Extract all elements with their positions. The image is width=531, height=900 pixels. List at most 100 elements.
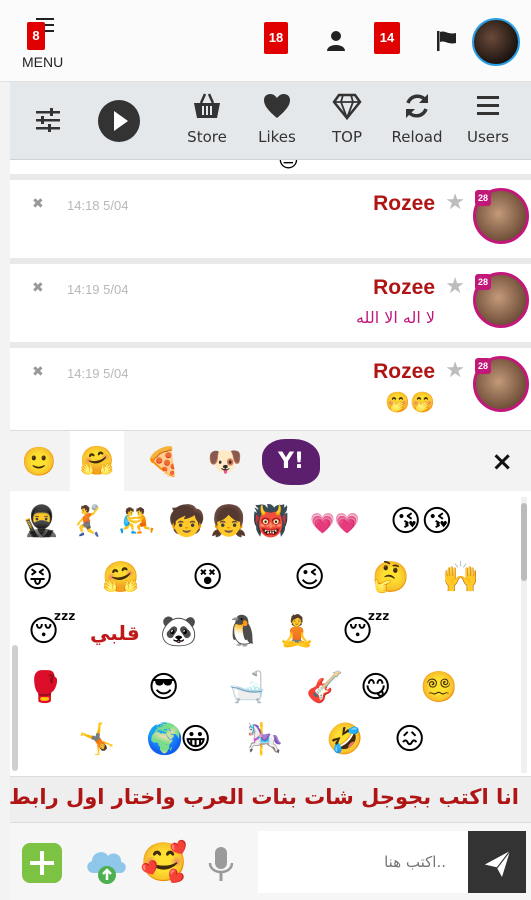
emoji-item[interactable]: 🤗 [102,563,139,593]
star-icon[interactable]: ★ [445,190,465,215]
emoji-item[interactable]: 👧 [210,507,247,537]
emoji-item[interactable]: 🌍 [146,725,183,755]
emoji-item[interactable]: 😵 [192,563,223,593]
likes-button[interactable]: Likes [247,92,307,146]
top-button[interactable]: TOP [317,92,377,146]
menu-badge: 8 [27,22,45,50]
emoji-item[interactable]: 🛁 [228,673,265,703]
banner-text: انا اكتب بجوجل شات بنات العرب واختار اول… [10,785,519,809]
emoji-tabs: 🙂 🤗 🍕 🐶 Y! × [10,431,531,491]
emoji-left-scrollbar[interactable] [12,645,18,771]
message-emoji: 🤭🤭 [385,390,435,414]
current-user-avatar[interactable] [472,18,520,66]
tab-yahoo[interactable]: Y! [262,439,320,485]
emoji-item[interactable]: 😘😘 [390,507,453,537]
emoji-item[interactable]: 👹 [252,507,289,537]
sliders-icon[interactable] [34,106,62,134]
emoji-item[interactable]: 🐼 [160,617,197,647]
message-time: 14:19 5/04 [67,282,129,297]
emoji-item[interactable]: 🤾 [68,507,105,537]
emoji-item[interactable]: 🤣 [326,725,363,755]
likes-label: Likes [258,128,296,146]
emoji-scrollbar-thumb[interactable] [521,503,527,581]
emoji-item[interactable]: 😵‍💫 [420,673,457,703]
message-time: 14:18 5/04 [67,198,129,213]
message-input[interactable] [258,831,468,893]
menu-icon [477,96,499,115]
delete-icon[interactable]: ✖ [32,280,44,296]
marquee-banner: انا اكتب بجوجل شات بنات العرب واختار اول… [10,776,531,822]
message-username[interactable]: Rozee [373,360,435,384]
reload-icon [406,94,428,118]
store-button[interactable]: Store [177,92,237,146]
add-icon[interactable] [22,843,62,883]
chat-message: ✖ 14:18 5/04 Rozee ★ 28 [10,180,531,258]
emoji-item[interactable]: 😖 [394,725,425,755]
send-icon [483,850,511,877]
emoji-item[interactable]: قلبي [90,623,140,643]
user-icon[interactable] [326,30,346,52]
emoji-item[interactable]: 🧘 [278,617,315,647]
emoji-item[interactable]: 😋 [360,673,391,703]
message-partial: 😐 [10,160,531,174]
tab-animals[interactable]: 🐶 [198,439,252,485]
chat-message: ✖ 14:19 5/04 Rozee ★ 28 لا اله الا الله [10,264,531,342]
send-button[interactable] [468,831,526,893]
delete-icon[interactable]: ✖ [32,364,44,380]
input-bar: 🥰 [10,822,531,900]
emoji-item[interactable]: 🤸 [78,725,115,755]
emoji-grid: 🥷 🤾 🤼 🧒 👧 👹 💗💗 😘😘 😝 🤗 😵 😉 🤔 🙌 😴 قلبي 🐼 🐧… [10,497,515,777]
tab-smileys[interactable]: 🙂 [12,439,66,485]
emoji-item[interactable]: 😉 [294,563,325,593]
reload-label: Reload [391,128,443,146]
store-label: Store [187,128,227,146]
user-level-badge: 28 [475,274,491,290]
users-button[interactable]: Users [458,92,518,146]
emoji-picker-button[interactable]: 🥰 [140,839,187,885]
microphone-icon[interactable] [206,845,236,885]
message-username[interactable]: Rozee [373,192,435,216]
messages-badge[interactable]: 18 [264,22,288,54]
message-username[interactable]: Rozee [373,276,435,300]
emoji-item[interactable]: 💗💗 [310,513,360,533]
notifications-badge[interactable]: 14 [374,22,400,54]
chat-messages: 😐 ✖ 14:18 5/04 Rozee ★ 28 ✖ 14:19 5/04 R… [10,160,531,430]
emoji-item[interactable]: 😴 [342,617,390,647]
basket-icon [194,93,220,118]
emoji-item[interactable]: 🐧 [224,617,261,647]
emoji-item[interactable]: 🎠 [246,725,283,755]
user-level-badge: 28 [475,190,491,206]
emoji-item[interactable]: 🙌 [442,563,479,593]
emoji-item[interactable]: 🥊 [26,673,63,703]
star-icon[interactable]: ★ [445,274,465,299]
partial-emoji: 😐 [278,160,299,172]
diamond-icon [332,93,362,120]
emoji-item[interactable]: 🥷 [22,507,59,537]
emoji-item[interactable]: 🤔 [372,563,409,593]
tab-animated[interactable]: 🤗 [70,431,124,491]
user-level-badge: 28 [475,358,491,374]
emoji-item[interactable]: 🎸 [306,673,343,703]
delete-icon[interactable]: ✖ [32,196,44,212]
message-time: 14:19 5/04 [67,366,129,381]
chat-message: ✖ 14:19 5/04 Rozee ★ 28 🤭🤭 [10,348,531,430]
emoji-panel: 🙂 🤗 🍕 🐶 Y! × 🥷 🤾 🤼 🧒 👧 👹 💗💗 😘😘 😝 🤗 😵 😉 🤔… [10,430,531,776]
flag-icon[interactable] [436,30,458,52]
close-icon[interactable]: × [491,447,513,477]
users-label: Users [466,128,509,146]
tool-bar: Store Likes TOP Reload Users [10,82,531,160]
top-label: TOP [331,128,362,146]
emoji-item[interactable]: 😴 [28,617,76,647]
message-text: لا اله الا الله [355,308,435,327]
emoji-item[interactable]: 😀 [180,725,211,755]
star-icon[interactable]: ★ [445,358,465,383]
play-button[interactable] [98,100,140,142]
emoji-item[interactable]: 😝 [22,563,53,593]
reload-button[interactable]: Reload [387,92,447,146]
menu-label: MENU [22,54,64,70]
emoji-item[interactable]: 🤼 [118,507,155,537]
emoji-item[interactable]: 🧒 [168,507,205,537]
emoji-item[interactable]: 😎 [148,673,179,703]
cloud-upload-icon[interactable] [82,839,130,887]
tab-food[interactable]: 🍕 [136,439,190,485]
